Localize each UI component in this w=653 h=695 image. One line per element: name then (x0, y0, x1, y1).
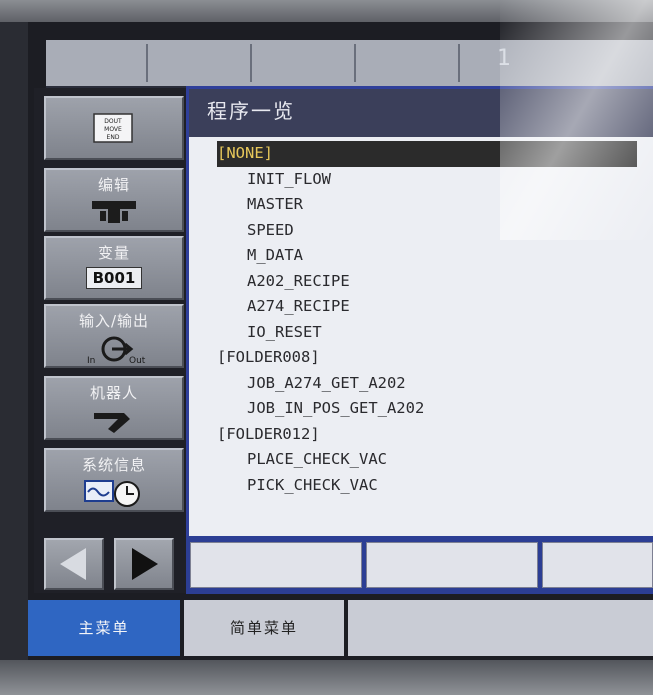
svg-text:MOVE: MOVE (104, 126, 122, 133)
robot-icon (94, 413, 130, 433)
top-toolbar (46, 40, 653, 88)
program-folder-row[interactable]: [FOLDER012] (217, 422, 647, 448)
program-list-panel: 程序一览 [NONE] INIT_FLOW MASTER SPEED M_DATA A20… (186, 86, 653, 606)
program-list: [NONE] INIT_FLOW MASTER SPEED M_DATA A202_REC… (217, 141, 647, 498)
status-bar (186, 536, 653, 594)
arrow-right-icon (132, 548, 158, 580)
sidebar-item-label: 机器人 (89, 384, 138, 402)
variable-b001-badge: B001 (85, 267, 143, 289)
program-row[interactable]: PICK_CHECK_VAC (217, 473, 647, 499)
top-toolbar-segment[interactable] (46, 44, 148, 82)
sidebar-item-label: 编辑 (97, 176, 130, 194)
sidebar-item-label: 变量 (97, 244, 130, 262)
sidebar-item-robot[interactable]: 机器人 (44, 376, 184, 440)
top-toolbar-title: 1 (497, 46, 513, 71)
top-toolbar-segment[interactable] (254, 44, 356, 82)
svg-text:DOUT: DOUT (104, 118, 122, 125)
system-info-icon (84, 480, 140, 507)
blank-menu-slot (348, 600, 653, 656)
sidebar-item-io[interactable]: 输入/输出 In Out (44, 304, 184, 368)
program-row[interactable]: SPEED (217, 218, 647, 244)
top-toolbar-segment[interactable] (150, 44, 252, 82)
page-arrows (44, 538, 180, 590)
sidebar-item-label: 输入/输出 (78, 312, 150, 330)
io-icon: In Out (87, 336, 146, 365)
status-cell (190, 542, 362, 588)
program-row[interactable]: JOB_IN_POS_GET_A202 (217, 396, 647, 422)
program-row[interactable]: PLACE_CHECK_VAC (217, 447, 647, 473)
status-cell (542, 542, 653, 588)
top-toolbar-segment[interactable] (358, 44, 460, 82)
sidebar: DOUT MOVE END 编辑 变量 B001 输入/输出 In Out 机器… (34, 88, 189, 593)
sidebar-item-edit[interactable]: 编辑 (44, 168, 184, 232)
arrow-left-icon (60, 548, 86, 580)
sidebar-item-dout-move-end[interactable]: DOUT MOVE END (44, 96, 184, 160)
program-row[interactable]: A202_RECIPE (217, 269, 647, 295)
program-row[interactable]: M_DATA (217, 243, 647, 269)
svg-text:END: END (107, 134, 120, 141)
program-row[interactable]: INIT_FLOW (217, 167, 647, 193)
edit-icon (92, 201, 136, 223)
program-row-selected[interactable]: [NONE] (217, 141, 637, 167)
panel-title: 程序一览 (207, 99, 295, 123)
program-row[interactable]: A274_RECIPE (217, 294, 647, 320)
sidebar-item-label: 系统信息 (81, 456, 146, 474)
svg-text:Out: Out (129, 356, 146, 365)
program-row[interactable]: IO_RESET (217, 320, 647, 346)
panel-title-bar: 程序一览 (189, 89, 653, 137)
simple-menu-button[interactable]: 简单菜单 (184, 600, 344, 656)
sidebar-item-variable[interactable]: 变量 B001 (44, 236, 184, 300)
screen-bezel-top (0, 0, 653, 22)
program-row[interactable]: MASTER (217, 192, 647, 218)
svg-text:In: In (87, 356, 95, 365)
dout-move-end-icon: DOUT MOVE END (93, 113, 133, 143)
next-page-button[interactable] (114, 538, 174, 590)
bottom-menu-bar: 主菜单 简单菜单 (28, 594, 653, 660)
main-menu-button[interactable]: 主菜单 (28, 600, 180, 656)
screen-bezel-bottom (0, 660, 653, 695)
prev-page-button[interactable] (44, 538, 104, 590)
program-row[interactable]: JOB_A274_GET_A202 (217, 371, 647, 397)
status-cell (366, 542, 538, 588)
program-folder-row[interactable]: [FOLDER008] (217, 345, 647, 371)
sidebar-item-system-info[interactable]: 系统信息 (44, 448, 184, 512)
